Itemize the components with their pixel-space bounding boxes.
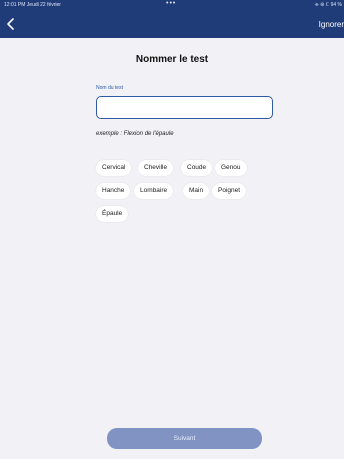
chip-cervical[interactable]: Cervical <box>96 160 132 176</box>
chip-genou[interactable]: Genou <box>215 160 247 176</box>
chip-coude[interactable]: Coude <box>181 160 213 176</box>
chip-lombaire[interactable]: Lombaire <box>134 183 174 199</box>
status-dots: ••• <box>166 0 177 7</box>
next-button[interactable]: Suivant <box>107 428 262 449</box>
chip-hanche[interactable]: Hanche <box>96 183 131 199</box>
skip-button[interactable]: Ignorer <box>319 20 344 30</box>
chip-row: Épaule <box>96 206 286 229</box>
back-button[interactable] <box>4 17 18 31</box>
chip-cheville[interactable]: Cheville <box>138 160 174 176</box>
page-title: Nommer le test <box>135 54 209 65</box>
chip-row: Cervical Cheville Coude Genou <box>96 160 286 183</box>
chip-row: Hanche Lombaire Main Poignet <box>96 183 286 206</box>
status-time: 12:01 PM Jeudi 22 février <box>4 2 61 8</box>
chip-main[interactable]: Main <box>183 183 210 199</box>
example-hint: exemple : Flexion de l'épaule <box>96 131 174 137</box>
status-indicators: ⌯ ⊛ ℂ 94 % <box>314 2 342 8</box>
test-name-label: Nom du test <box>96 85 123 91</box>
test-name-input[interactable] <box>96 96 273 119</box>
header-bar: 12:01 PM Jeudi 22 février ••• ⌯ ⊛ ℂ 94 %… <box>0 0 344 38</box>
body-part-chips: Cervical Cheville Coude Genou Hanche Lom… <box>96 160 286 229</box>
chip-epaule[interactable]: Épaule <box>96 206 129 222</box>
chevron-left-icon <box>7 18 14 30</box>
chip-poignet[interactable]: Poignet <box>212 183 247 199</box>
